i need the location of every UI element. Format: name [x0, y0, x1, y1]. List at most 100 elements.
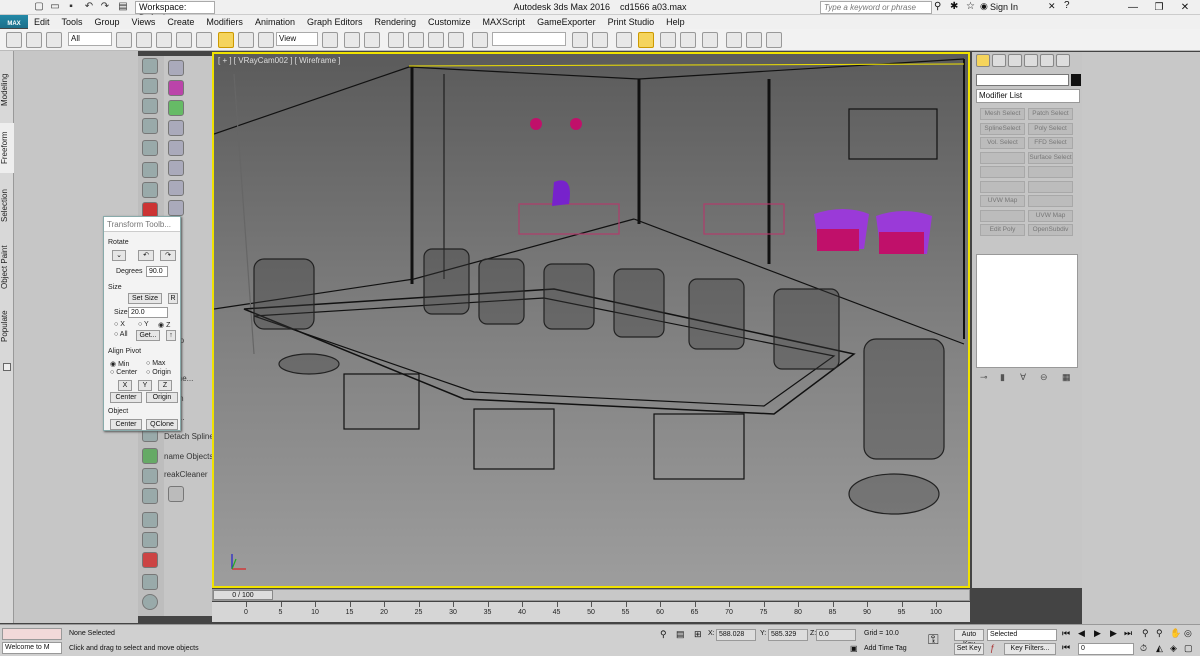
unlink-icon[interactable] [26, 32, 42, 48]
utilities-tab-icon[interactable] [1056, 54, 1070, 67]
material-editor-icon[interactable] [702, 32, 718, 48]
lock-icon[interactable] [168, 486, 184, 502]
axis-z-radio[interactable]: ◉ Z [158, 321, 170, 329]
next-frame-icon[interactable]: ▶ [1110, 628, 1117, 639]
track-bar[interactable]: 0 5 10 15 20 25 30 35 40 45 50 55 60 65 70 75 80 85 90 95 10… [212, 602, 970, 622]
pivot-x-button[interactable]: X [118, 380, 132, 391]
menu-gameexporter[interactable]: GameExporter [531, 15, 602, 29]
move-icon[interactable] [218, 32, 234, 48]
modifier-button[interactable] [980, 180, 1025, 193]
box-tool-icon[interactable] [142, 78, 158, 94]
minimize-button[interactable]: — [1120, 0, 1146, 15]
object-color-swatch[interactable] [1071, 74, 1081, 86]
axis-y-radio[interactable]: ○ Y [138, 321, 149, 328]
rotate-ccw-icon[interactable]: ↶ [138, 250, 154, 261]
modifier-button[interactable] [980, 151, 1025, 164]
orbit-icon[interactable]: ◎ [1184, 628, 1192, 639]
menu-rendering[interactable]: Rendering [369, 15, 423, 29]
modifier-button[interactable]: Edit Poly [980, 224, 1025, 236]
render-production-icon[interactable] [766, 32, 782, 48]
maxscript-listener[interactable]: Welcome to M [2, 642, 62, 654]
modifier-button[interactable] [980, 166, 1025, 178]
tab-freeform[interactable]: Freeform [0, 123, 14, 173]
up-arrow-icon[interactable]: ↑ [166, 330, 176, 341]
select-move-icon[interactable] [196, 32, 212, 48]
tab-populate[interactable]: Populate [0, 301, 14, 351]
selection-filter-dropdown[interactable]: All [68, 32, 112, 46]
menu-help[interactable]: Help [660, 15, 691, 29]
user-icon[interactable]: ◉ [980, 1, 988, 12]
object-center-button[interactable]: Center [110, 419, 142, 430]
previous-frame-icon[interactable]: ◀ [1078, 628, 1085, 639]
walk-icon[interactable]: ◈ [1170, 643, 1177, 654]
export-tool-icon[interactable] [142, 574, 158, 590]
search-input[interactable]: Type a keyword or phrase [820, 1, 932, 14]
configure-sets-icon[interactable]: ▦ [1062, 372, 1071, 383]
maximize-viewport-icon[interactable]: ▢ [1184, 643, 1193, 654]
go-to-start-icon[interactable]: ⏮ [1062, 628, 1070, 639]
green-box-icon[interactable] [168, 100, 184, 116]
remove-modifier-icon[interactable]: ⊖ [1040, 372, 1048, 383]
shield-icon[interactable] [168, 60, 184, 76]
z-coordinate-input[interactable]: 0.0 [816, 629, 856, 641]
display-tab-icon[interactable] [1040, 54, 1054, 67]
lock-selection-icon[interactable]: ⚲ [660, 629, 667, 640]
shape-tool-icon[interactable] [142, 162, 158, 178]
menu-animation[interactable]: Animation [249, 15, 301, 29]
link-icon[interactable] [6, 32, 22, 48]
vray-icon[interactable] [168, 80, 184, 96]
make-unique-icon[interactable]: ∀ [1020, 372, 1026, 383]
sphere-tool-icon[interactable] [142, 58, 158, 74]
workspace-dropdown[interactable]: Workspace: Default [135, 1, 215, 23]
play-icon[interactable]: ▶ [1094, 628, 1101, 639]
menu-create[interactable]: Create [161, 15, 200, 29]
select-manipulate-icon[interactable] [344, 32, 360, 48]
pan-icon[interactable]: ✋ [1170, 628, 1181, 639]
time-slider[interactable]: 0 / 100 [212, 589, 970, 601]
time-slider-thumb[interactable]: 0 / 100 [213, 590, 273, 600]
modifier-button[interactable]: Mesh Select [980, 108, 1025, 120]
isolate-icon[interactable]: ▤ [676, 629, 685, 640]
time-config-icon[interactable]: ⏱ [1140, 643, 1147, 654]
rotate-icon[interactable] [238, 32, 254, 48]
menu-tools[interactable]: Tools [56, 15, 89, 29]
modifier-button[interactable]: FFD Select [1028, 137, 1073, 149]
named-selection-dropdown[interactable] [492, 32, 566, 46]
modifier-button[interactable]: Patch Select [1028, 108, 1073, 120]
time-tag-icon[interactable]: ▣ [850, 644, 858, 653]
set-key-button[interactable]: Set Key [954, 643, 984, 655]
qclone-button[interactable]: QClone [146, 419, 178, 430]
viewport-label[interactable]: [ + ] [ VRayCam002 ] [ Wireframe ] [218, 56, 340, 65]
rect-selection-icon[interactable] [156, 32, 172, 48]
menu-edit[interactable]: Edit [28, 15, 56, 29]
curve-editor-icon[interactable] [660, 32, 676, 48]
get-button[interactable]: Get... [136, 330, 160, 341]
angle-snap-icon[interactable] [408, 32, 424, 48]
menu-group[interactable]: Group [89, 15, 126, 29]
size-input[interactable]: 20.0 [128, 307, 168, 318]
fov-icon[interactable]: ◭ [1156, 643, 1163, 654]
rotate-dropdown[interactable]: ⌄ [112, 250, 126, 261]
scale-icon[interactable] [258, 32, 274, 48]
modifier-button[interactable] [980, 209, 1025, 222]
modifier-button[interactable] [1028, 195, 1073, 207]
hierarchy-tab-icon[interactable] [1008, 54, 1022, 67]
modifier-button[interactable]: OpenSubdiv [1028, 224, 1073, 236]
y-coordinate-input[interactable]: 585.329 [768, 629, 808, 641]
tab-object-paint[interactable]: Object Paint [0, 237, 14, 297]
menu-customize[interactable]: Customize [422, 15, 477, 29]
degrees-input[interactable]: 90.0 [146, 266, 168, 277]
keyboard-shortcut-icon[interactable] [364, 32, 380, 48]
cube2-icon[interactable] [168, 180, 184, 196]
spinner-snap-icon[interactable] [448, 32, 464, 48]
zoom-all-icon[interactable]: ⚲ [1156, 628, 1163, 639]
pivot-max-radio[interactable]: ○ Max [146, 360, 165, 367]
key-filters-button[interactable]: Key Filters... [1004, 643, 1056, 655]
gear-tool-icon[interactable] [142, 182, 158, 198]
graphite-toggle-icon[interactable] [638, 32, 654, 48]
modifier-button[interactable] [1028, 166, 1073, 178]
motion-tab-icon[interactable] [1024, 54, 1038, 67]
close-button[interactable]: ✕ [1172, 0, 1198, 15]
tab-selection[interactable]: Selection [0, 181, 14, 231]
pivot-y-button[interactable]: Y [138, 380, 152, 391]
